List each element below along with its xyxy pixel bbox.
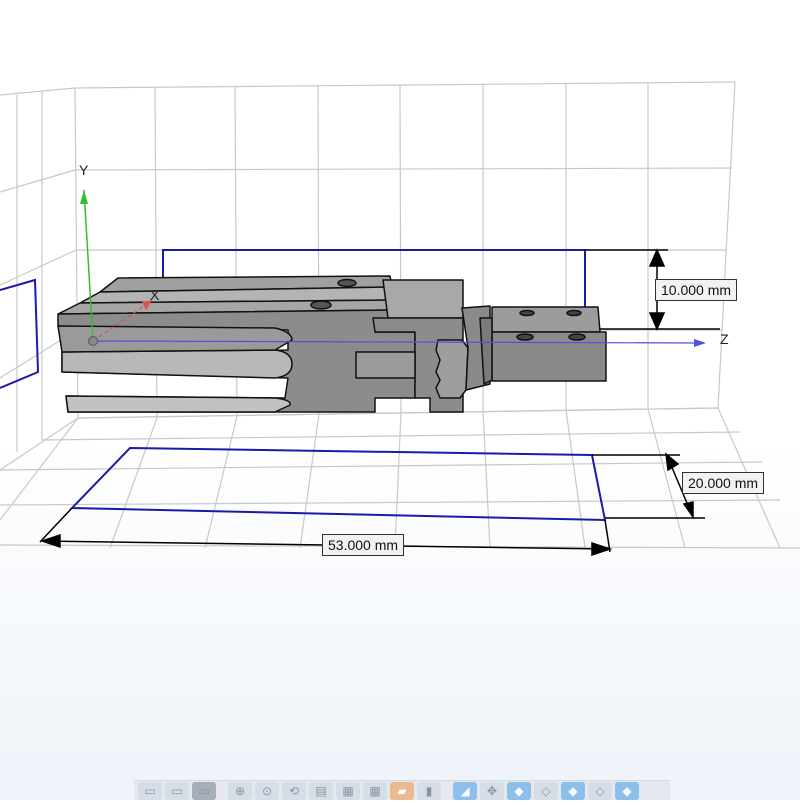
- grid-2-icon[interactable]: ▦: [363, 782, 387, 800]
- zoom-icon[interactable]: ⊕: [228, 782, 252, 800]
- left-wall-grid: [0, 87, 79, 471]
- view-box-icon-2[interactable]: ▭: [165, 782, 189, 800]
- scene-canvas[interactable]: [0, 0, 800, 800]
- y-axis-label: Y: [79, 162, 89, 178]
- view-box-icon[interactable]: ▭: [138, 782, 162, 800]
- cube-2-icon[interactable]: ◇: [534, 782, 558, 800]
- folder-icon[interactable]: ▰: [390, 782, 414, 800]
- cube-3-icon[interactable]: ◆: [561, 782, 585, 800]
- 3d-viewport[interactable]: Y X Z 10.000 mm 20.000 mm 53.000 mm: [0, 0, 800, 800]
- bottom-toolbar: ▭ ▭ ▭ ⊕ ⊙ ⟲ ▤ ▦ ▦ ▰ ▮ ◢ ✥ ◆ ◇ ◆ ◇ ◆: [134, 780, 670, 800]
- cube-4-icon[interactable]: ◇: [588, 782, 612, 800]
- gripper-part: [57, 275, 607, 413]
- move-icon[interactable]: ✥: [480, 782, 504, 800]
- shape-icon[interactable]: ◢: [453, 782, 477, 800]
- width-dimension-label[interactable]: 20.000 mm: [682, 472, 765, 494]
- height-dimension-label[interactable]: 10.000 mm: [655, 279, 738, 301]
- rotate-icon[interactable]: ⟲: [282, 782, 306, 800]
- floor-grid: [0, 407, 800, 549]
- view-box-icon-3[interactable]: ▭: [192, 782, 216, 800]
- panel-icon[interactable]: ▤: [309, 782, 333, 800]
- z-axis-label: Z: [720, 331, 729, 347]
- x-axis-label: X: [150, 287, 160, 303]
- zoom-fit-icon[interactable]: ⊙: [255, 782, 279, 800]
- bar-chart-icon[interactable]: ▮: [417, 782, 441, 800]
- cube-5-icon[interactable]: ◆: [615, 782, 639, 800]
- grid-icon[interactable]: ▦: [336, 782, 360, 800]
- length-dimension-label[interactable]: 53.000 mm: [322, 534, 405, 556]
- cube-icon[interactable]: ◆: [507, 782, 531, 800]
